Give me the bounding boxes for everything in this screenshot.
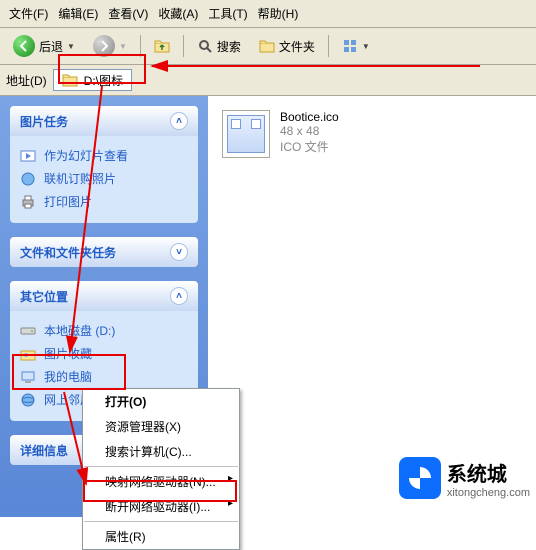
- folders-icon: [259, 38, 275, 54]
- watermark: 系统城 xitongcheng.com: [399, 457, 530, 499]
- menu-tools[interactable]: 工具(T): [205, 3, 250, 24]
- chevron-up-icon: ˄: [170, 112, 188, 130]
- watermark-logo-icon: [399, 457, 441, 499]
- forward-button: ▼: [86, 32, 134, 60]
- toolbar-separator: [183, 35, 184, 57]
- ctx-properties[interactable]: 属性(R): [83, 524, 239, 549]
- place-label: 我的电脑: [44, 368, 92, 385]
- network-icon: [20, 392, 36, 408]
- panel-header[interactable]: 图片任务 ˄: [10, 106, 198, 136]
- watermark-en: xitongcheng.com: [447, 487, 530, 499]
- views-button[interactable]: ▼: [335, 35, 377, 57]
- ctx-map-drive[interactable]: 映射网络驱动器(N)...: [83, 469, 239, 494]
- toolbar-separator: [140, 35, 141, 57]
- file-name: Bootice.ico: [280, 110, 339, 124]
- drive-icon: [20, 323, 36, 339]
- context-menu: 打开(O) 资源管理器(X) 搜索计算机(C)... 映射网络驱动器(N)...…: [82, 388, 240, 550]
- task-label: 联机订购照片: [44, 170, 116, 187]
- ctx-open[interactable]: 打开(O): [83, 389, 239, 414]
- menu-edit[interactable]: 编辑(E): [55, 3, 101, 24]
- search-button[interactable]: 搜索: [190, 35, 248, 58]
- panel-picture-tasks: 图片任务 ˄ 作为幻灯片查看 联机订购照片 打印图片: [10, 106, 198, 223]
- address-bar: 地址(D) D:\图标: [0, 65, 536, 96]
- menu-fav[interactable]: 收藏(A): [155, 3, 201, 24]
- up-button[interactable]: [147, 35, 177, 57]
- forward-icon: [93, 35, 115, 57]
- ctx-separator: [84, 466, 238, 467]
- ctx-explorer[interactable]: 资源管理器(X): [83, 414, 239, 439]
- back-icon: [13, 35, 35, 57]
- chevron-down-icon: ˅: [170, 243, 188, 261]
- file-dimensions: 48 x 48: [280, 124, 339, 138]
- menu-view[interactable]: 查看(V): [105, 3, 151, 24]
- menu-file[interactable]: 文件(F): [6, 3, 51, 24]
- menubar: 文件(F) 编辑(E) 查看(V) 收藏(A) 工具(T) 帮助(H): [0, 0, 536, 28]
- panel-title: 图片任务: [20, 113, 68, 130]
- task-view-slideshow[interactable]: 作为幻灯片查看: [20, 144, 188, 167]
- folder-up-icon: [154, 38, 170, 54]
- task-order-prints[interactable]: 联机订购照片: [20, 167, 188, 190]
- pictures-icon: [20, 346, 36, 362]
- ctx-disconnect-drive[interactable]: 断开网络驱动器(I)...: [83, 494, 239, 519]
- folder-content[interactable]: Bootice.ico 48 x 48 ICO 文件: [208, 96, 536, 517]
- task-print-pictures[interactable]: 打印图片: [20, 190, 188, 213]
- address-box[interactable]: D:\图标: [53, 69, 132, 91]
- panel-header[interactable]: 文件和文件夹任务 ˅: [10, 237, 198, 267]
- place-my-pictures[interactable]: 图片收藏: [20, 342, 188, 365]
- place-label: 图片收藏: [44, 345, 92, 362]
- back-button[interactable]: 后退 ▼: [6, 32, 82, 60]
- place-local-disk[interactable]: 本地磁盘 (D:): [20, 319, 188, 342]
- panel-title: 文件和文件夹任务: [20, 244, 116, 261]
- place-label: 本地磁盘 (D:): [44, 322, 115, 339]
- order-icon: [20, 171, 36, 187]
- panel-title: 详细信息: [20, 442, 68, 459]
- folders-label: 文件夹: [279, 38, 315, 55]
- watermark-cn: 系统城: [447, 458, 530, 487]
- back-label: 后退: [39, 38, 63, 55]
- toolbar: 后退 ▼ ▼ 搜索 文件夹 ▼: [0, 28, 536, 65]
- file-item[interactable]: Bootice.ico 48 x 48 ICO 文件: [222, 110, 522, 158]
- slideshow-icon: [20, 148, 36, 164]
- address-path: D:\图标: [84, 72, 123, 89]
- panel-header[interactable]: 其它位置 ˄: [10, 281, 198, 311]
- search-label: 搜索: [217, 38, 241, 55]
- dropdown-icon: ▼: [67, 42, 75, 51]
- toolbar-separator: [328, 35, 329, 57]
- place-my-computer[interactable]: 我的电脑: [20, 365, 188, 388]
- chevron-up-icon: ˄: [170, 287, 188, 305]
- computer-icon: [20, 369, 36, 385]
- views-icon: [342, 38, 358, 54]
- print-icon: [20, 194, 36, 210]
- search-icon: [197, 38, 213, 54]
- file-type: ICO 文件: [280, 138, 339, 155]
- ctx-search-computer[interactable]: 搜索计算机(C)...: [83, 439, 239, 464]
- file-thumbnail: [222, 110, 270, 158]
- menu-help[interactable]: 帮助(H): [255, 3, 302, 24]
- dropdown-icon: ▼: [119, 42, 127, 51]
- dropdown-icon: ▼: [362, 42, 370, 51]
- folders-button[interactable]: 文件夹: [252, 35, 322, 58]
- folder-icon: [62, 72, 78, 88]
- task-label: 打印图片: [44, 193, 92, 210]
- panel-file-tasks: 文件和文件夹任务 ˅: [10, 237, 198, 267]
- address-label: 地址(D): [6, 72, 47, 89]
- panel-title: 其它位置: [20, 288, 68, 305]
- ctx-separator: [84, 521, 238, 522]
- task-label: 作为幻灯片查看: [44, 147, 128, 164]
